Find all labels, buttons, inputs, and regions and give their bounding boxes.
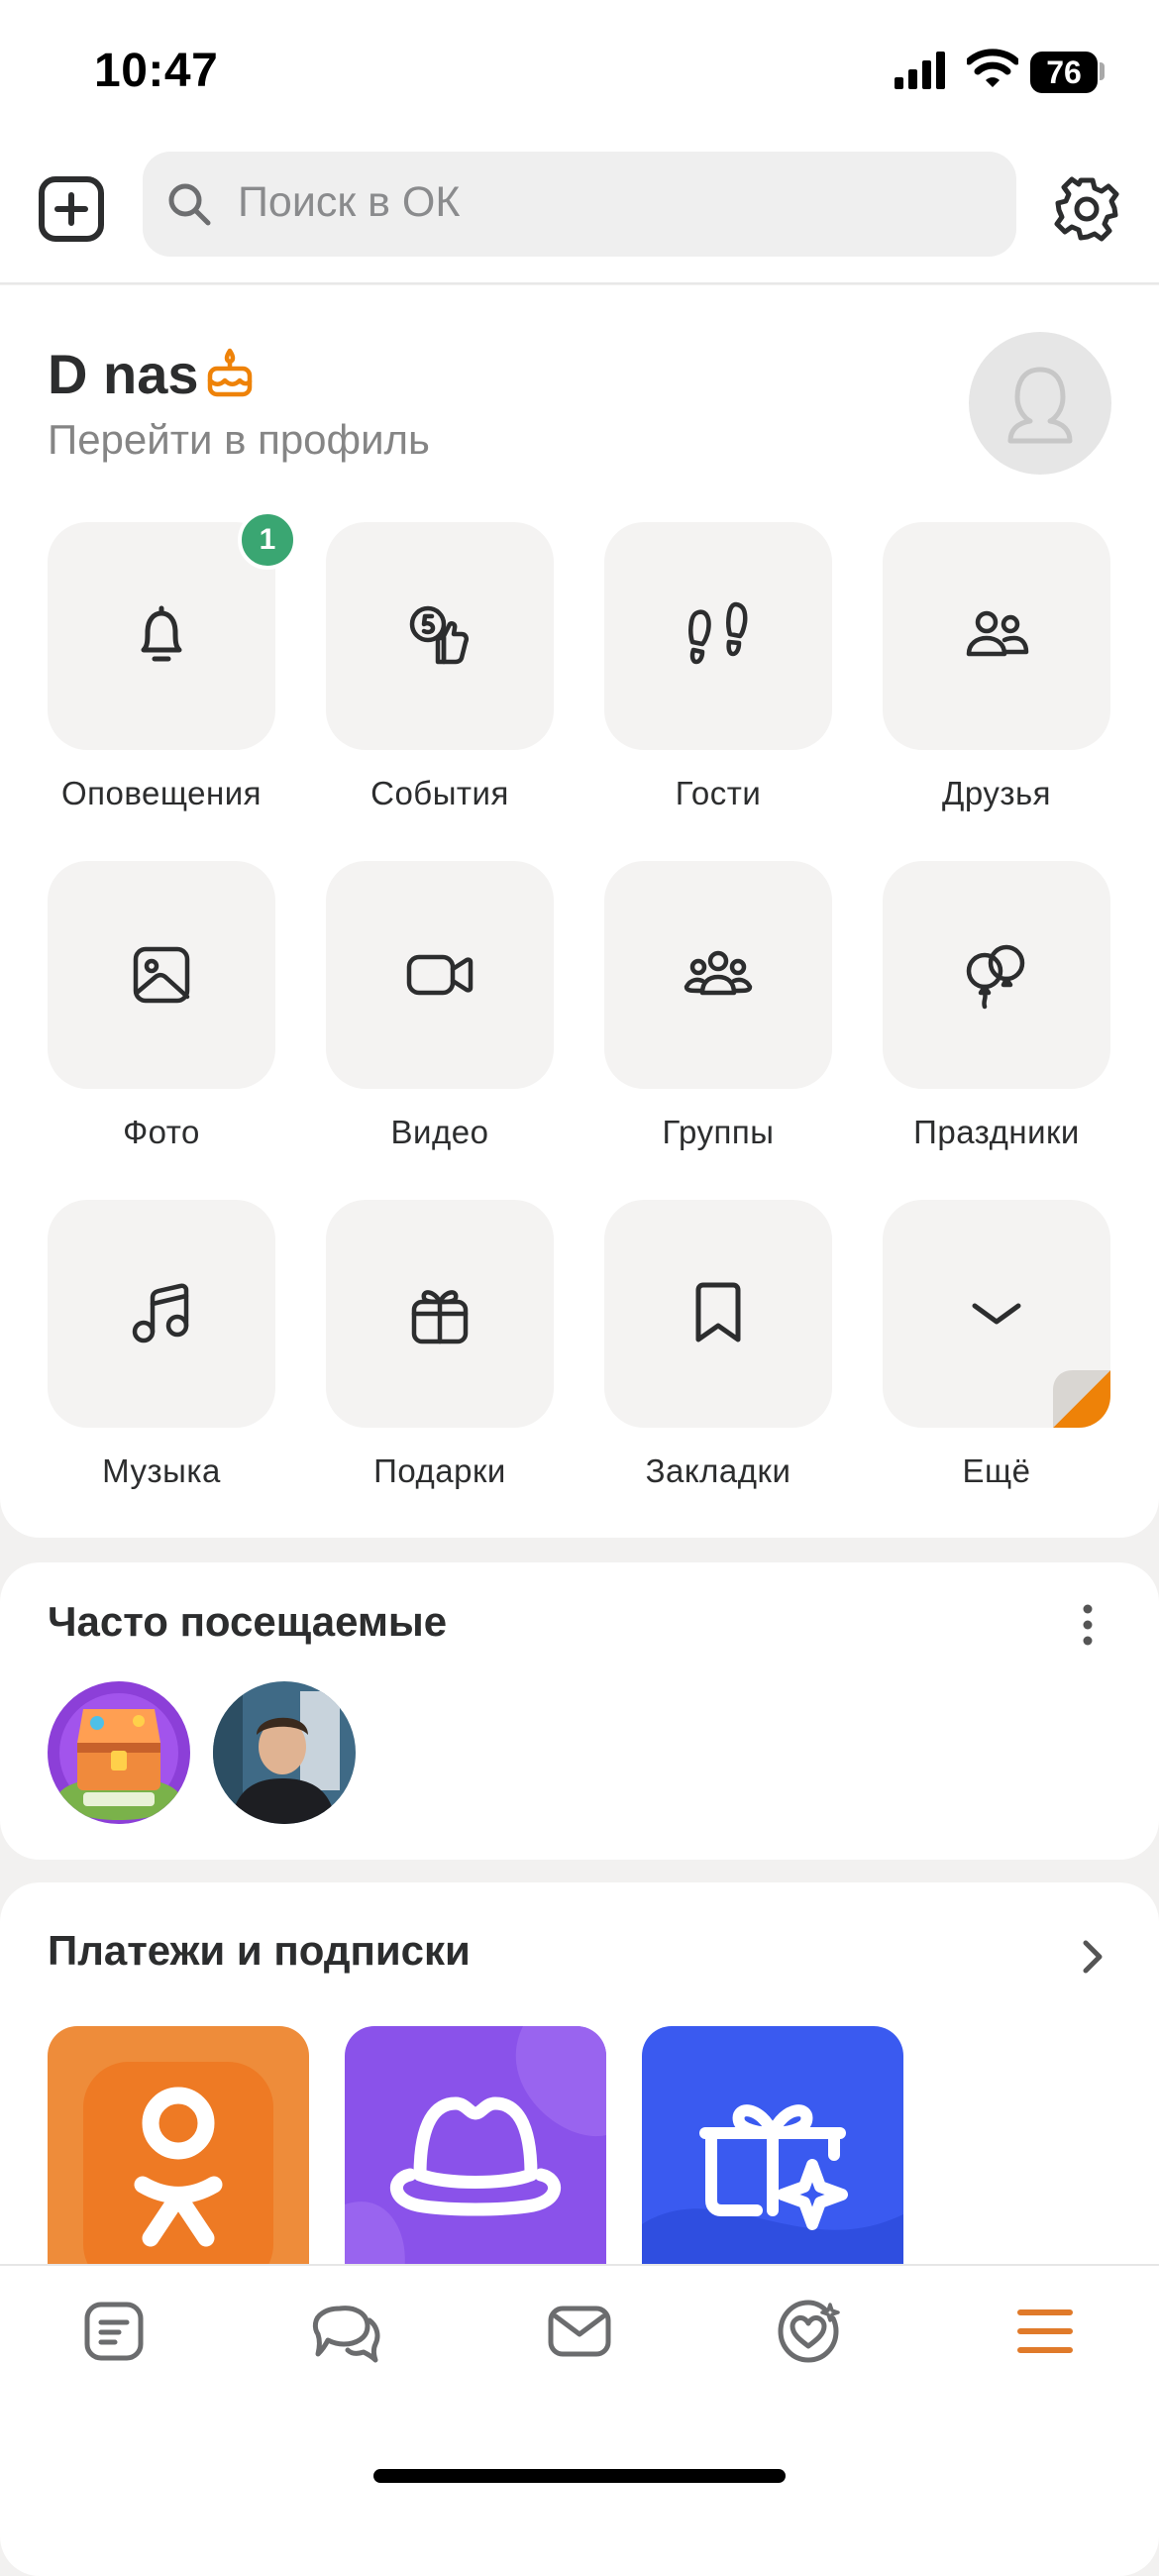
discussions-icon[interactable]: [312, 2299, 381, 2364]
tile-label: Закладки: [645, 1452, 791, 1489]
music-icon: [132, 1283, 189, 1343]
footprints-icon: [688, 601, 748, 665]
messages-icon[interactable]: [546, 2299, 613, 2364]
tile-notifications[interactable]: [48, 522, 275, 750]
tile-label: Оповещения: [60, 775, 263, 811]
tile-label: Ещё: [962, 1452, 1031, 1489]
tile-photo[interactable]: [48, 861, 275, 1089]
tile-gifts[interactable]: [326, 1200, 554, 1428]
tile-label: Фото: [123, 1114, 200, 1150]
tile-label: Праздники: [913, 1114, 1080, 1150]
tile-guests[interactable]: [604, 522, 832, 750]
events-icon: [409, 605, 470, 665]
tile-events[interactable]: [326, 522, 554, 750]
groups-icon: [684, 950, 753, 996]
tile-groups[interactable]: [604, 861, 832, 1089]
search-icon: [168, 183, 211, 226]
tile-label: Музыка: [102, 1452, 221, 1489]
avatar-placeholder-icon: [1007, 367, 1073, 444]
battery-tip: [1100, 62, 1105, 80]
tile-music[interactable]: [48, 1200, 275, 1428]
frequent-group-avatar[interactable]: [48, 1681, 190, 1824]
chevron-right-icon[interactable]: [1078, 1937, 1106, 1977]
tile-label: Подарки: [373, 1452, 506, 1489]
tile-label: Гости: [675, 775, 762, 811]
notification-badge: 1: [238, 510, 297, 570]
cellular-signal-icon: [895, 52, 945, 89]
menu-icon[interactable]: [1012, 2299, 1078, 2364]
tile-label: Видео: [390, 1114, 489, 1150]
home-indicator: [373, 2469, 786, 2483]
avatar[interactable]: [969, 332, 1111, 475]
dating-icon[interactable]: [775, 2299, 842, 2364]
friends-icon: [966, 610, 1029, 657]
tile-friends[interactable]: [883, 522, 1110, 750]
frequently-visited-title: Часто посещаемые: [48, 1598, 448, 1645]
more-options-icon[interactable]: [1076, 1603, 1100, 1651]
tile-label: Друзья: [941, 775, 1052, 811]
feed-icon[interactable]: [81, 2299, 147, 2364]
tile-holidays[interactable]: [883, 861, 1110, 1089]
frequent-user-avatar[interactable]: [213, 1681, 356, 1824]
battery-level: 76: [1030, 52, 1098, 93]
bookmark-icon: [695, 1282, 741, 1342]
tile-bookmarks[interactable]: [604, 1200, 832, 1428]
settings-gear-icon[interactable]: [1052, 174, 1121, 244]
gift-icon: [411, 1290, 469, 1344]
tile-label: Группы: [662, 1114, 775, 1150]
create-plus-button[interactable]: [38, 175, 105, 243]
chevron-down-icon: [972, 1303, 1021, 1325]
go-to-profile-link[interactable]: Перейти в профиль: [48, 416, 430, 464]
video-icon: [406, 954, 474, 996]
wifi-icon: [967, 49, 1018, 87]
status-time: 10:47: [94, 45, 219, 97]
profile-name[interactable]: D nas: [48, 342, 199, 406]
balloons-icon: [966, 944, 1025, 1010]
bell-icon: [141, 605, 182, 662]
payments-title: Платежи и подписки: [48, 1927, 471, 1974]
photo-icon: [133, 946, 190, 1004]
tile-video[interactable]: [326, 861, 554, 1089]
birthday-cake-icon: [207, 348, 253, 397]
search-placeholder: Поиск в ОК: [238, 178, 461, 226]
tile-label: События: [370, 775, 509, 811]
